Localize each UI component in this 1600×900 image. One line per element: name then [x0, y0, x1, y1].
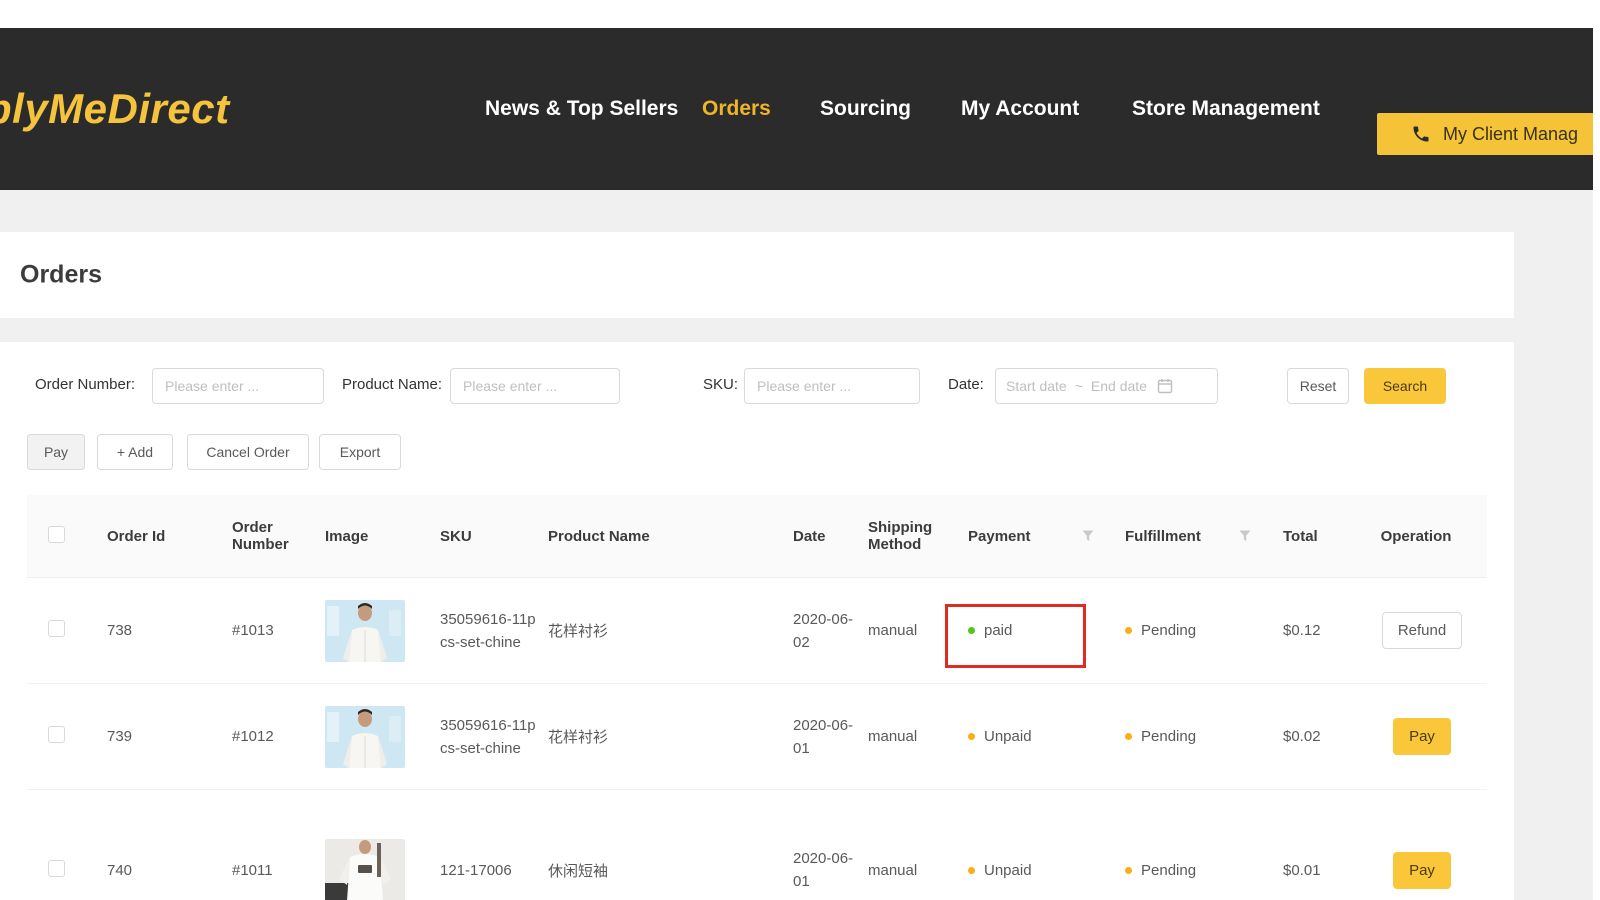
orders-panel: Order Number: Product Name: SKU: Date: S…	[0, 342, 1514, 900]
fulfillment-status-label: Pending	[1141, 728, 1196, 745]
site-logo[interactable]: plyMeDirect	[0, 85, 230, 133]
col-image: Image	[312, 528, 428, 545]
fulfillment-status-label: Pending	[1141, 862, 1196, 879]
nav-sourcing[interactable]: Sourcing	[820, 97, 911, 121]
payment-status-label: Unpaid	[984, 728, 1032, 745]
order-number-label: Order Number:	[35, 376, 135, 393]
page-title: Orders	[20, 261, 102, 290]
browser-viewport: plyMeDirect News & Top Sellers Orders So…	[0, 28, 1593, 900]
nav-news-top-sellers[interactable]: News & Top Sellers	[485, 97, 678, 121]
unpaid-status-dot	[968, 867, 975, 874]
pay-button[interactable]: Pay	[1393, 852, 1451, 889]
order-number: #1013	[215, 622, 312, 639]
product-name-label: Product Name:	[342, 376, 442, 393]
total-value: $0.02	[1265, 728, 1345, 745]
sku-value: 35059616-11pcs-set-chine	[428, 608, 538, 654]
col-sku: SKU	[428, 525, 538, 548]
fulfillment-status: Pending	[1108, 622, 1265, 639]
cancel-order-button[interactable]: Cancel Order	[187, 434, 309, 470]
bulk-pay-button[interactable]: Pay	[27, 434, 85, 470]
shipping-method-value: manual	[855, 862, 945, 879]
product-name-value: 休闲短袖	[538, 860, 780, 881]
order-number: #1011	[215, 862, 312, 879]
fulfillment-status-label: Pending	[1141, 622, 1196, 639]
refund-button[interactable]: Refund	[1382, 612, 1462, 649]
search-button[interactable]: Search	[1364, 368, 1446, 404]
payment-status: Unpaid	[945, 728, 1108, 745]
shipping-method-value: manual	[855, 728, 945, 745]
pending-status-dot	[1125, 867, 1132, 874]
title-band: Orders	[0, 232, 1514, 318]
order-id: 739	[95, 728, 215, 745]
end-date-placeholder: End date	[1091, 378, 1147, 394]
payment-funnel-icon[interactable]	[1082, 530, 1094, 542]
site-header: plyMeDirect News & Top Sellers Orders So…	[0, 28, 1593, 190]
date-value: 2020-06-01	[780, 847, 855, 893]
reset-button[interactable]: Reset	[1287, 368, 1349, 404]
date-value: 2020-06-02	[780, 608, 855, 654]
product-image[interactable]	[312, 600, 428, 662]
order-row-738: 738 #1013 35059616-11pcs-set-chine 花样衬衫	[27, 578, 1487, 684]
start-date-placeholder: Start date	[1006, 378, 1067, 394]
nav-orders[interactable]: Orders	[702, 97, 771, 121]
fulfillment-status: Pending	[1108, 728, 1265, 745]
pending-status-dot	[1125, 627, 1132, 634]
order-number-input[interactable]	[152, 368, 324, 404]
col-fulfillment: Fulfillment	[1125, 528, 1201, 545]
calendar-icon	[1157, 378, 1173, 394]
order-id: 740	[95, 862, 215, 879]
col-payment: Payment	[968, 528, 1031, 545]
order-number: #1012	[215, 728, 312, 745]
payment-status-label: paid	[984, 622, 1012, 639]
product-name-input[interactable]	[450, 368, 620, 404]
payment-status-label: Unpaid	[984, 862, 1032, 879]
select-all-checkbox[interactable]	[48, 526, 65, 543]
product-name-value: 花样衬衫	[538, 726, 780, 747]
orders-table: Order Id Order Number Image SKU Product …	[27, 495, 1487, 900]
product-image[interactable]	[312, 839, 428, 900]
col-operation: Operation	[1345, 528, 1487, 545]
pending-status-dot	[1125, 733, 1132, 740]
col-date: Date	[780, 525, 855, 548]
date-range-separator: ~	[1075, 378, 1083, 394]
export-button[interactable]: Export	[319, 434, 401, 470]
date-value: 2020-06-01	[780, 714, 855, 760]
col-order-id: Order Id	[95, 528, 215, 545]
total-value: $0.01	[1265, 862, 1345, 879]
table-header-row: Order Id Order Number Image SKU Product …	[27, 495, 1487, 578]
col-shipping-method: Shipping Method	[855, 519, 945, 553]
add-order-button[interactable]: + Add	[97, 434, 173, 470]
pay-button[interactable]: Pay	[1393, 718, 1451, 755]
order-id: 738	[95, 622, 215, 639]
sku-label: SKU:	[703, 376, 738, 393]
product-image[interactable]	[312, 706, 428, 768]
date-label: Date:	[948, 376, 984, 393]
sku-value: 121-17006	[428, 859, 538, 882]
phone-icon	[1411, 124, 1431, 144]
nav-my-account[interactable]: My Account	[961, 97, 1079, 121]
shipping-method-value: manual	[855, 622, 945, 639]
row-checkbox[interactable]	[48, 620, 65, 637]
my-client-manager-label: My Client Manag	[1443, 124, 1578, 145]
row-checkbox[interactable]	[48, 726, 65, 743]
sku-input[interactable]	[744, 368, 920, 404]
fulfillment-status: Pending	[1108, 862, 1265, 879]
order-row-740: 740 #1011 121-17006 休闲短袖 2020-06-01	[27, 790, 1487, 900]
payment-status: paid	[945, 622, 1108, 639]
fulfillment-funnel-icon[interactable]	[1239, 530, 1251, 542]
order-row-739: 739 #1012 35059616-11pcs-set-chine 花样衬衫	[27, 684, 1487, 790]
my-client-manager-button[interactable]: My Client Manag	[1377, 113, 1593, 155]
date-range-input[interactable]: Start date ~ End date	[995, 368, 1218, 404]
row-checkbox[interactable]	[48, 860, 65, 877]
paid-status-dot	[968, 627, 975, 634]
total-value: $0.12	[1265, 622, 1345, 639]
col-product-name: Product Name	[538, 528, 780, 545]
unpaid-status-dot	[968, 733, 975, 740]
product-name-value: 花样衬衫	[538, 620, 780, 641]
nav-store-management[interactable]: Store Management	[1132, 97, 1320, 121]
col-order-number: Order Number	[215, 519, 312, 553]
payment-status: Unpaid	[945, 862, 1108, 879]
sku-value: 35059616-11pcs-set-chine	[428, 714, 538, 760]
col-total: Total	[1265, 528, 1345, 545]
